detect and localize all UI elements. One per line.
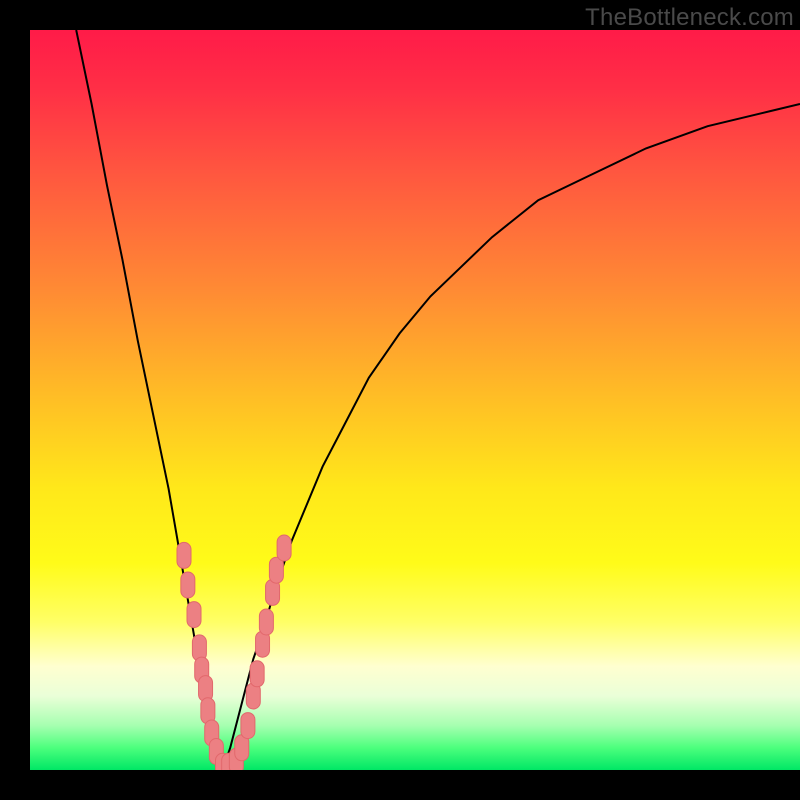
data-marker bbox=[259, 609, 273, 635]
curve-right-branch bbox=[223, 104, 800, 770]
data-marker bbox=[187, 602, 201, 628]
watermark-text: TheBottleneck.com bbox=[585, 4, 794, 32]
data-marker bbox=[250, 661, 264, 687]
data-marker bbox=[181, 572, 195, 598]
data-marker bbox=[177, 542, 191, 568]
chart-frame: TheBottleneck.com bbox=[0, 0, 800, 800]
plot-area bbox=[30, 30, 800, 770]
curve-layer bbox=[30, 30, 800, 770]
data-marker bbox=[269, 557, 283, 583]
data-marker bbox=[277, 535, 291, 561]
data-marker bbox=[241, 713, 255, 739]
